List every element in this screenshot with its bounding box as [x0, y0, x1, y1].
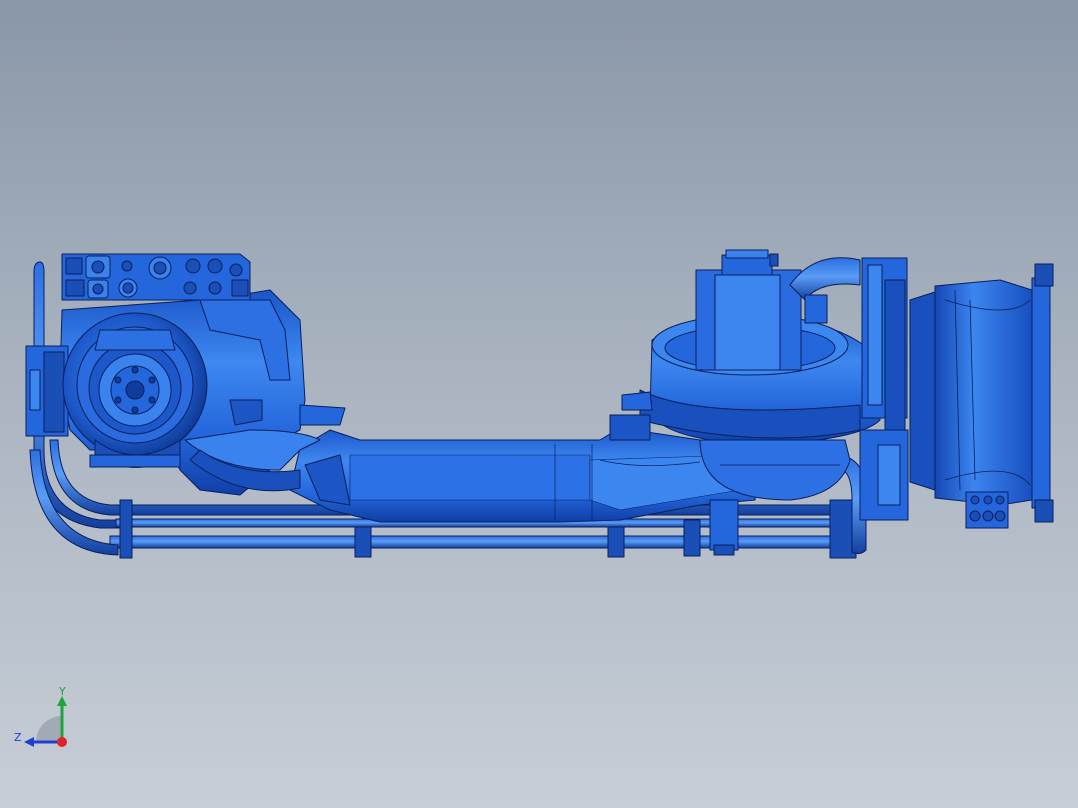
x-axis-dot — [57, 737, 67, 747]
wrist-bracket — [859, 257, 909, 521]
connector-panel — [61, 253, 251, 301]
cad-viewport[interactable]: Y Z — [0, 0, 1078, 808]
z-axis-arrow — [24, 737, 34, 747]
z-axis-label: Z — [14, 731, 22, 744]
triad-quadrant-shade — [36, 716, 62, 742]
y-axis-label: Y — [59, 685, 66, 698]
robot-arm-model[interactable] — [0, 0, 1078, 808]
wrist-flange-motor — [909, 263, 1054, 523]
coordinate-triad: Y Z — [12, 686, 76, 752]
wrist-mount-plate — [965, 491, 1009, 529]
left-side-plate — [25, 345, 69, 437]
